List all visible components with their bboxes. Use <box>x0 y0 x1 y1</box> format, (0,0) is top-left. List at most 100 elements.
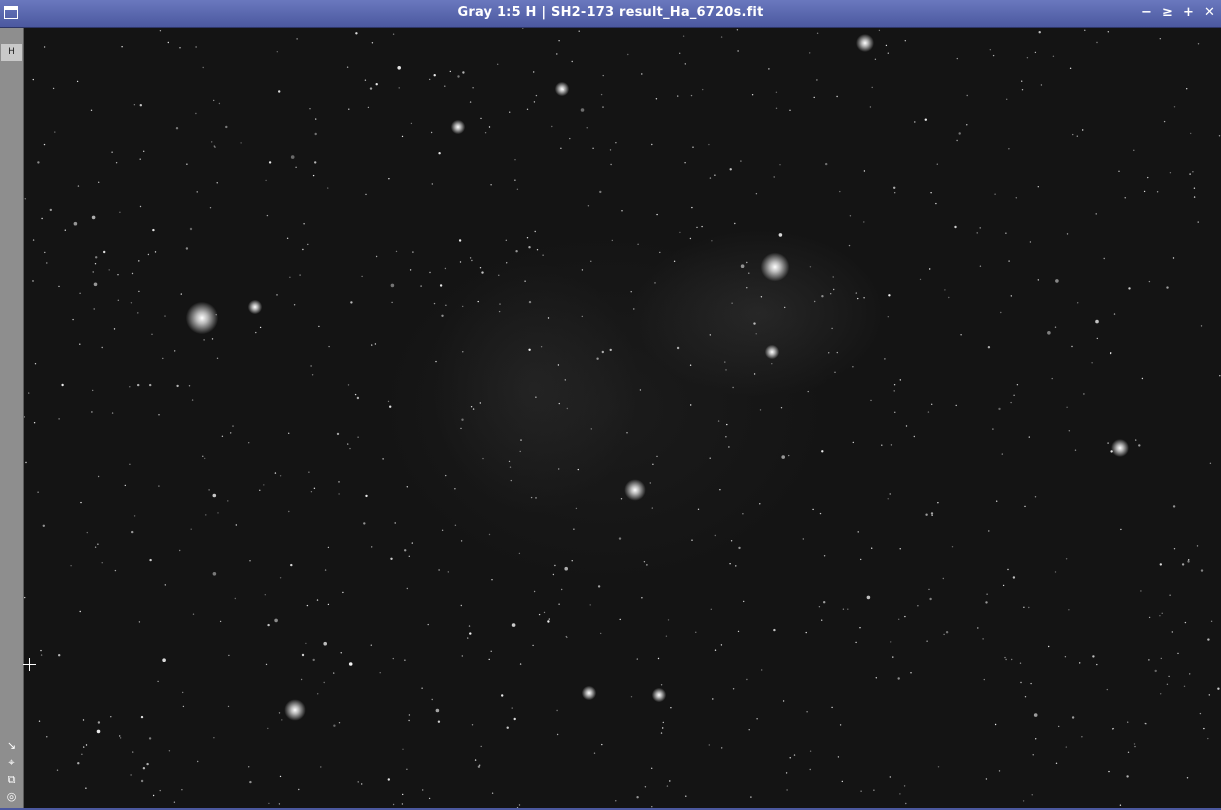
shade-icon[interactable]: ≥ <box>1160 5 1175 21</box>
star <box>481 271 484 274</box>
crop-icon[interactable]: ⌖ <box>5 756 19 770</box>
star <box>538 613 541 616</box>
star <box>43 143 46 146</box>
star <box>117 299 120 301</box>
star <box>460 540 463 542</box>
star <box>852 366 854 368</box>
star <box>535 497 537 499</box>
star <box>162 658 166 662</box>
image-viewport[interactable] <box>24 28 1221 808</box>
star <box>560 147 562 149</box>
star <box>97 543 99 545</box>
star <box>409 269 412 271</box>
bright-star <box>1111 439 1129 457</box>
star <box>101 562 103 564</box>
star <box>479 267 482 269</box>
star <box>1210 620 1213 622</box>
star <box>998 770 1001 772</box>
star <box>216 182 218 184</box>
minimize-icon[interactable]: − <box>1139 5 1154 21</box>
bright-star <box>764 344 780 360</box>
star <box>477 300 479 303</box>
star <box>994 723 997 726</box>
star <box>732 688 735 690</box>
star <box>751 94 754 96</box>
star <box>511 707 513 709</box>
star <box>960 334 962 336</box>
title-bar[interactable]: Gray 1:5 H | SH2-173 result_Ha_6720s.fit… <box>0 0 1221 28</box>
star <box>533 71 535 73</box>
star <box>24 416 25 418</box>
star <box>498 310 501 313</box>
star <box>124 484 127 487</box>
star <box>662 721 664 724</box>
star <box>348 108 350 110</box>
maximize-icon[interactable]: + <box>1181 5 1196 21</box>
star <box>740 264 745 268</box>
star <box>859 627 861 629</box>
star <box>849 215 852 217</box>
star <box>131 272 134 275</box>
target-icon[interactable]: ◎ <box>5 790 19 804</box>
star <box>828 352 830 354</box>
star <box>149 383 152 387</box>
star <box>449 70 451 73</box>
star <box>887 498 889 500</box>
close-icon[interactable]: ✕ <box>1202 5 1217 21</box>
star <box>371 546 373 548</box>
star <box>218 102 221 105</box>
star <box>1173 106 1176 108</box>
star <box>268 802 270 805</box>
star <box>459 261 462 263</box>
star <box>227 705 230 708</box>
star <box>406 486 408 488</box>
clone-icon[interactable]: ⧉ <box>5 773 19 787</box>
view-tab-h[interactable]: H <box>1 44 22 61</box>
fit-view-icon[interactable]: ↘ <box>5 739 19 753</box>
star <box>265 663 268 666</box>
star <box>361 275 363 278</box>
star <box>356 396 360 400</box>
star <box>1133 149 1135 151</box>
star <box>931 403 933 405</box>
star <box>515 250 518 253</box>
star <box>1032 754 1034 756</box>
star <box>1005 232 1007 234</box>
star <box>203 339 205 341</box>
star <box>1120 528 1122 531</box>
star <box>1184 621 1187 624</box>
star <box>599 190 602 194</box>
star <box>994 193 996 195</box>
star <box>24 596 26 599</box>
star <box>1048 645 1050 648</box>
star <box>298 788 300 791</box>
star <box>354 393 357 396</box>
star <box>750 796 752 798</box>
star <box>945 631 949 634</box>
star <box>528 300 532 304</box>
star <box>313 487 316 489</box>
star <box>1034 51 1037 54</box>
star <box>484 132 487 134</box>
star <box>408 555 410 557</box>
star <box>976 232 978 234</box>
star <box>930 192 932 194</box>
star <box>958 132 961 135</box>
star <box>927 411 930 413</box>
star <box>327 546 330 549</box>
star <box>303 223 305 225</box>
star <box>737 630 740 633</box>
star <box>888 294 891 297</box>
star <box>357 781 359 783</box>
star <box>935 202 937 205</box>
star <box>684 63 686 65</box>
star <box>1072 133 1074 136</box>
star <box>669 780 671 782</box>
star <box>558 40 560 42</box>
star <box>86 531 88 534</box>
star <box>1172 505 1176 508</box>
star <box>786 789 788 791</box>
star <box>371 344 373 346</box>
star <box>40 654 43 656</box>
star <box>1065 558 1068 560</box>
